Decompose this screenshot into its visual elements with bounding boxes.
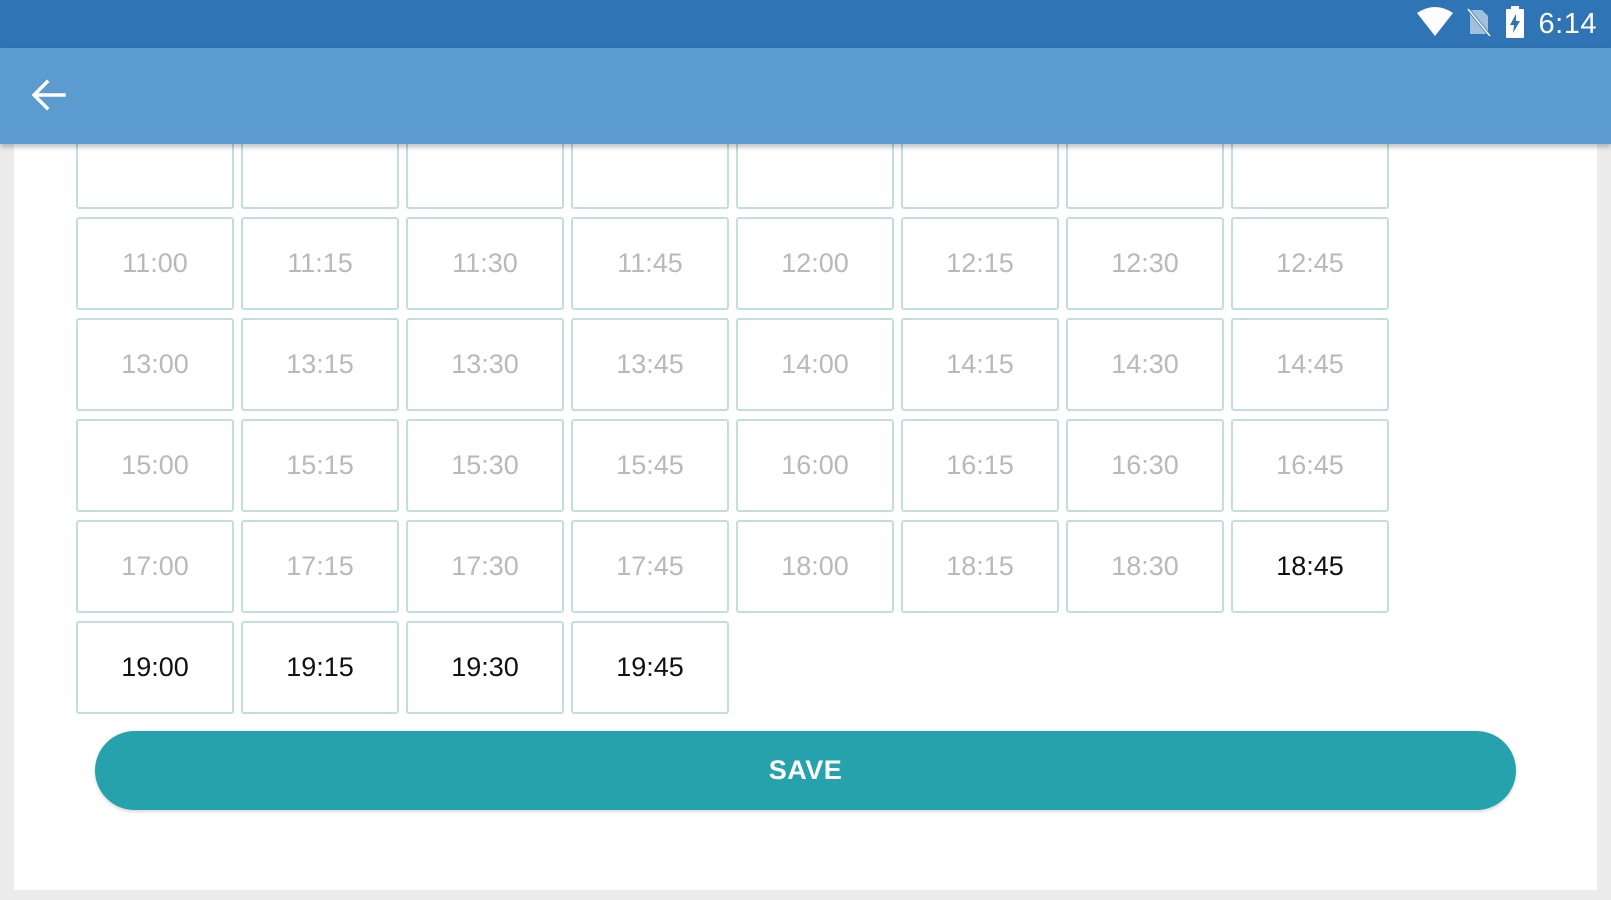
time-slot[interactable]: 16:30 — [1066, 419, 1224, 512]
time-slot[interactable]: 16:00 — [736, 419, 894, 512]
time-slot[interactable]: 18:30 — [1066, 520, 1224, 613]
time-slot-grid: 11:00 11:15 11:30 11:45 12:00 12:15 12:30 12:45… — [76, 144, 1389, 714]
time-slot[interactable]: 18:45 — [1231, 520, 1389, 613]
time-slot[interactable]: 19:15 — [241, 621, 399, 714]
time-slot[interactable]: 11:15 — [241, 217, 399, 310]
time-slot[interactable]: 16:45 — [1231, 419, 1389, 512]
time-slot[interactable]: 15:00 — [76, 419, 234, 512]
time-slot[interactable]: 12:30 — [1066, 217, 1224, 310]
time-slot-partial[interactable] — [1066, 144, 1224, 209]
time-slot-partial[interactable] — [901, 144, 1059, 209]
time-slot[interactable]: 15:15 — [241, 419, 399, 512]
time-slot[interactable]: 12:15 — [901, 217, 1059, 310]
time-slot[interactable]: 13:45 — [571, 318, 729, 411]
time-slot[interactable]: 14:30 — [1066, 318, 1224, 411]
time-slot[interactable]: 13:30 — [406, 318, 564, 411]
time-slot[interactable]: 19:45 — [571, 621, 729, 714]
time-slot[interactable]: 14:00 — [736, 318, 894, 411]
time-slot[interactable]: 11:45 — [571, 217, 729, 310]
time-slot[interactable]: 19:30 — [406, 621, 564, 714]
status-time: 6:14 — [1538, 7, 1597, 40]
time-slot[interactable]: 17:45 — [571, 520, 729, 613]
status-icons: 6:14 — [1416, 5, 1597, 43]
time-slot[interactable]: 16:15 — [901, 419, 1059, 512]
time-slot[interactable]: 15:45 — [571, 419, 729, 512]
time-slot[interactable]: 18:00 — [736, 520, 894, 613]
time-slot-partial[interactable] — [406, 144, 564, 209]
app-bar — [0, 48, 1611, 144]
time-slot[interactable]: 17:00 — [76, 520, 234, 613]
time-slot[interactable]: 13:00 — [76, 318, 234, 411]
arrow-left-icon — [31, 79, 67, 116]
time-slot[interactable]: 14:15 — [901, 318, 1059, 411]
time-slot[interactable]: 11:00 — [76, 217, 234, 310]
time-slot-partial[interactable] — [736, 144, 894, 209]
time-slot[interactable]: 11:30 — [406, 217, 564, 310]
no-sim-icon — [1466, 7, 1491, 42]
time-slot[interactable]: 13:15 — [241, 318, 399, 411]
time-slot[interactable]: 12:45 — [1231, 217, 1389, 310]
time-slot-screen: 11:00 11:15 11:30 11:45 12:00 12:15 12:30 12:45… — [14, 144, 1597, 890]
time-slot[interactable]: 14:45 — [1231, 318, 1389, 411]
time-slot[interactable]: 12:00 — [736, 217, 894, 310]
wifi-icon — [1416, 6, 1453, 42]
time-slot-partial[interactable] — [1231, 144, 1389, 209]
time-slot[interactable]: 15:30 — [406, 419, 564, 512]
time-slot[interactable]: 17:30 — [406, 520, 564, 613]
time-slot-partial[interactable] — [571, 144, 729, 209]
time-slot[interactable]: 17:15 — [241, 520, 399, 613]
time-slot[interactable]: 19:00 — [76, 621, 234, 714]
battery-icon — [1505, 5, 1525, 43]
time-slot-partial[interactable] — [241, 144, 399, 209]
back-button[interactable] — [22, 70, 76, 124]
status-bar: 6:14 — [0, 0, 1611, 48]
time-slot[interactable]: 18:15 — [901, 520, 1059, 613]
save-button[interactable]: SAVE — [95, 731, 1516, 810]
time-slot-partial[interactable] — [76, 144, 234, 209]
